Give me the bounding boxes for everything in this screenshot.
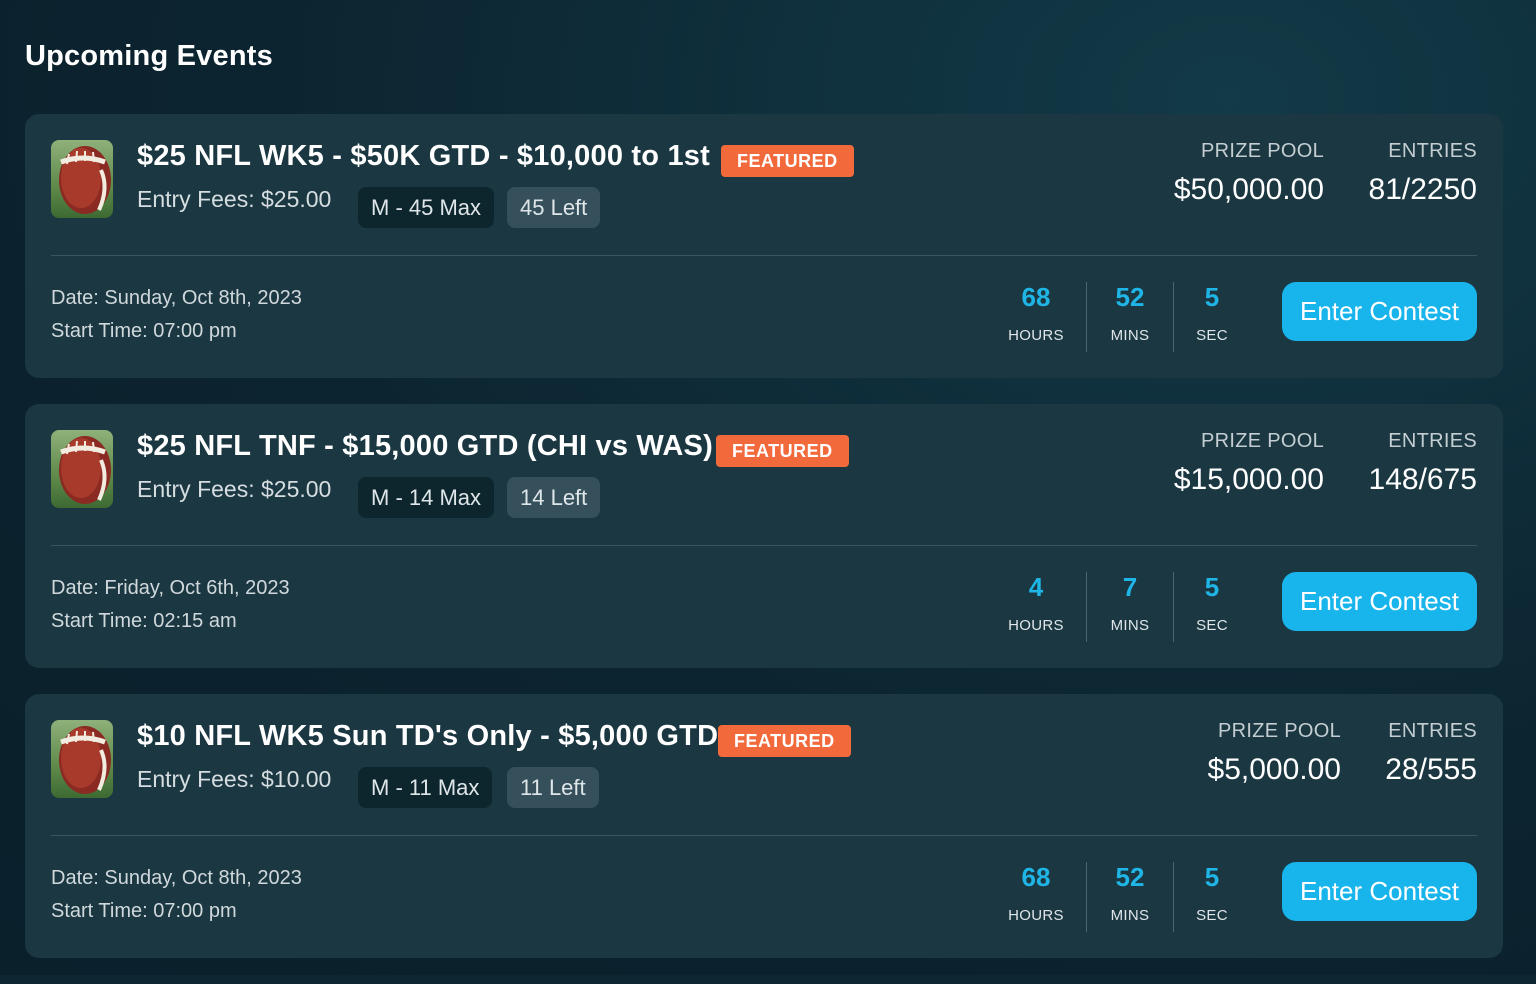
sec-label: SEC: [1196, 907, 1228, 924]
event-card: $25 NFL WK5 - $50K GTD - $10,000 to 1st …: [25, 114, 1503, 378]
entries-label: ENTRIES: [1388, 720, 1477, 742]
hours-value: 4: [1028, 572, 1044, 602]
football-icon: [51, 140, 113, 218]
hours-label: HOURS: [1008, 617, 1064, 634]
entry-fee: Entry Fees: $25.00: [137, 186, 332, 212]
entries: ENTRIES 81/2250: [1369, 140, 1477, 207]
event-start-time: Start Time: 02:15 am: [51, 610, 237, 632]
prize-pool-value: $50,000.00: [1173, 173, 1324, 206]
sec-value: 5: [1204, 572, 1220, 602]
hours-label: HOURS: [1008, 327, 1064, 344]
mins-value: 7: [1122, 572, 1138, 602]
timer-divider: [1173, 282, 1174, 352]
timer-sec: 5 SEC: [1177, 862, 1247, 924]
featured-badge: FEATURED: [716, 435, 849, 467]
page-title: Upcoming Events: [25, 40, 273, 72]
event-date: Date: Sunday, Oct 8th, 2023: [51, 287, 302, 309]
card-divider: [51, 255, 1477, 256]
card-divider: [51, 835, 1477, 836]
mins-value: 52: [1115, 862, 1145, 892]
entries-value: 28/555: [1385, 753, 1477, 786]
max-entries-chip: M - 45 Max: [358, 187, 495, 228]
timer-mins: 52 MINS: [1095, 282, 1165, 344]
prize-pool: PRIZE POOL $50,000.00: [1174, 140, 1324, 207]
card-divider: [51, 545, 1477, 546]
timer-mins: 52 MINS: [1095, 862, 1165, 924]
mins-label: MINS: [1110, 907, 1150, 924]
max-entries-chip: M - 14 Max: [358, 477, 495, 518]
timer-divider: [1173, 572, 1174, 642]
mins-value: 52: [1115, 282, 1145, 312]
entry-fee: Entry Fees: $25.00: [137, 476, 332, 502]
sec-value: 5: [1204, 862, 1220, 892]
entries: ENTRIES 28/555: [1385, 720, 1477, 787]
prize-pool-label: PRIZE POOL: [1200, 430, 1324, 452]
max-entries-chip: M - 11 Max: [358, 767, 493, 808]
entries-value: 148/675: [1368, 463, 1477, 496]
timer-divider: [1086, 282, 1087, 352]
enter-contest-button[interactable]: Enter Contest: [1282, 572, 1477, 631]
entries-label: ENTRIES: [1388, 430, 1477, 452]
event-start-time: Start Time: 07:00 pm: [51, 320, 237, 342]
timer-hours: 68 HOURS: [1001, 862, 1071, 924]
football-icon: [51, 720, 113, 798]
timer-sec: 5 SEC: [1177, 282, 1247, 344]
prize-pool-value: $15,000.00: [1173, 463, 1324, 496]
event-card: $25 NFL TNF - $15,000 GTD (CHI vs WAS) F…: [25, 404, 1503, 668]
enter-contest-button[interactable]: Enter Contest: [1282, 282, 1477, 341]
prize-pool-label: PRIZE POOL: [1200, 140, 1324, 162]
hours-value: 68: [1021, 862, 1051, 892]
sec-value: 5: [1204, 282, 1220, 312]
entries: ENTRIES 148/675: [1369, 430, 1477, 497]
sec-label: SEC: [1196, 617, 1228, 634]
timer-divider: [1173, 862, 1174, 932]
featured-badge: FEATURED: [718, 725, 851, 757]
timer-divider: [1086, 862, 1087, 932]
entry-fee: Entry Fees: $10.00: [137, 766, 332, 792]
hours-value: 68: [1021, 282, 1051, 312]
enter-contest-button[interactable]: Enter Contest: [1282, 862, 1477, 921]
timer-sec: 5 SEC: [1177, 572, 1247, 634]
event-date: Date: Sunday, Oct 8th, 2023: [51, 867, 302, 889]
event-date: Date: Friday, Oct 6th, 2023: [51, 577, 290, 599]
prize-pool-label: PRIZE POOL: [1217, 720, 1341, 742]
mins-label: MINS: [1110, 327, 1150, 344]
spots-left-chip: 11 Left: [507, 767, 599, 808]
mins-label: MINS: [1110, 617, 1150, 634]
event-card: $10 NFL WK5 Sun TD's Only - $5,000 GTD F…: [25, 694, 1503, 958]
sec-label: SEC: [1196, 327, 1228, 344]
entries-label: ENTRIES: [1388, 140, 1477, 162]
events-list: $25 NFL WK5 - $50K GTD - $10,000 to 1st …: [25, 114, 1503, 984]
timer-mins: 7 MINS: [1095, 572, 1165, 634]
spots-left-chip: 45 Left: [507, 187, 601, 228]
timer-divider: [1086, 572, 1087, 642]
hours-label: HOURS: [1008, 907, 1064, 924]
event-title: $25 NFL WK5 - $50K GTD - $10,000 to 1st: [137, 140, 710, 172]
event-start-time: Start Time: 07:00 pm: [51, 900, 237, 922]
football-icon: [51, 430, 113, 508]
featured-badge: FEATURED: [721, 145, 854, 177]
event-title: $25 NFL TNF - $15,000 GTD (CHI vs WAS): [137, 430, 713, 462]
timer-hours: 4 HOURS: [1001, 572, 1071, 634]
prize-pool-value: $5,000.00: [1207, 753, 1341, 786]
prize-pool: PRIZE POOL $15,000.00: [1174, 430, 1324, 497]
entries-value: 81/2250: [1368, 173, 1477, 206]
event-title: $10 NFL WK5 Sun TD's Only - $5,000 GTD: [137, 720, 719, 752]
spots-left-chip: 14 Left: [507, 477, 601, 518]
timer-hours: 68 HOURS: [1001, 282, 1071, 344]
prize-pool: PRIZE POOL $5,000.00: [1208, 720, 1341, 787]
